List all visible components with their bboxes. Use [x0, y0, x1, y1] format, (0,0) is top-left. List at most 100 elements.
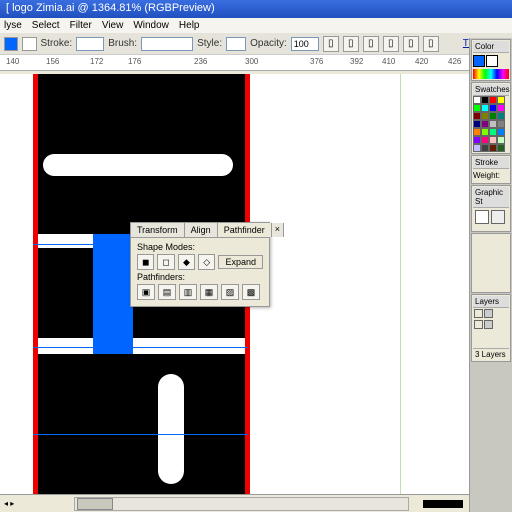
style-input[interactable]: [226, 37, 246, 51]
swatch-item[interactable]: [489, 96, 497, 104]
layer-thumb[interactable]: [484, 320, 493, 329]
menu-window[interactable]: Window: [133, 20, 169, 31]
swatches-title: Swatches: [473, 84, 509, 96]
swatch-grid[interactable]: [473, 96, 509, 152]
opacity-input[interactable]: [291, 37, 319, 51]
layer-list[interactable]: [473, 308, 509, 348]
menu-select[interactable]: Select: [32, 20, 60, 31]
distribute-icon[interactable]: ▯: [383, 36, 399, 52]
graphic-styles-panel[interactable]: Graphic St: [471, 185, 511, 232]
swatch-item[interactable]: [481, 112, 489, 120]
ruler-tick: 426: [448, 57, 461, 66]
brush-input[interactable]: [141, 37, 193, 51]
stroke-weight-label: Weight:: [473, 169, 509, 182]
pathfinders-label: Pathfinders:: [137, 272, 263, 282]
stroke-input[interactable]: [76, 37, 104, 51]
swatch-item[interactable]: [497, 128, 505, 136]
menu-filter[interactable]: Filter: [70, 20, 92, 31]
swatch-item[interactable]: [481, 104, 489, 112]
swatch-item[interactable]: [497, 112, 505, 120]
window-title-bar: [ logo Zimia.ai @ 1364.81% (RGBPreview): [0, 0, 512, 18]
fill-swatch[interactable]: [4, 37, 18, 51]
align-center-icon[interactable]: ▯: [343, 36, 359, 52]
scroll-track[interactable]: [74, 497, 409, 511]
canvas[interactable]: Transform Align Pathfinder × Shape Modes…: [10, 74, 469, 494]
swatch-item[interactable]: [481, 96, 489, 104]
swatch-item[interactable]: [473, 104, 481, 112]
swatch-item[interactable]: [473, 112, 481, 120]
unite-icon[interactable]: ◼: [137, 254, 154, 270]
trim-icon[interactable]: ▤: [158, 284, 176, 300]
swatch-item[interactable]: [481, 128, 489, 136]
swatch-item[interactable]: [489, 144, 497, 152]
fill-color[interactable]: [473, 55, 485, 67]
merge-icon[interactable]: ▥: [179, 284, 197, 300]
layers-panel[interactable]: Layers 3 Layers: [471, 294, 511, 362]
swatch-item[interactable]: [481, 144, 489, 152]
swatch-item[interactable]: [489, 128, 497, 136]
menu-view[interactable]: View: [102, 20, 124, 31]
align-left-icon[interactable]: ▯: [323, 36, 339, 52]
visibility-icon[interactable]: [474, 320, 483, 329]
tab-transform[interactable]: Transform: [131, 223, 185, 237]
ruler-tick: 176: [128, 57, 141, 66]
workspace: Transform Align Pathfinder × Shape Modes…: [0, 74, 469, 494]
swatch-item[interactable]: [497, 104, 505, 112]
swatch-item[interactable]: [497, 136, 505, 144]
stroke-label: Stroke:: [41, 38, 73, 49]
swatch-item[interactable]: [481, 136, 489, 144]
layer-thumb[interactable]: [484, 309, 493, 318]
pathfinder-panel[interactable]: Transform Align Pathfinder × Shape Modes…: [130, 222, 270, 307]
expand-button[interactable]: Expand: [218, 255, 263, 269]
swatch-item[interactable]: [497, 144, 505, 152]
intersect-icon[interactable]: ◆: [178, 254, 195, 270]
swatch-item[interactable]: [489, 104, 497, 112]
align-right-icon[interactable]: ▯: [363, 36, 379, 52]
scroll-thumb[interactable]: [77, 498, 113, 510]
color-spectrum[interactable]: [473, 69, 509, 79]
panel-dock: Color Swatches Stroke Weight: Graphic St…: [469, 38, 512, 512]
style-thumb[interactable]: [491, 210, 505, 224]
swatch-item[interactable]: [489, 112, 497, 120]
swatch-item[interactable]: [473, 96, 481, 104]
graphic-styles-title: Graphic St: [473, 187, 509, 208]
swatch-item[interactable]: [473, 144, 481, 152]
swatch-item[interactable]: [489, 120, 497, 128]
swatch-item[interactable]: [473, 128, 481, 136]
layers-title: Layers: [473, 296, 509, 308]
stroke-swatch[interactable]: [22, 37, 36, 51]
divide-icon[interactable]: ▣: [137, 284, 155, 300]
exclude-icon[interactable]: ◇: [198, 254, 215, 270]
swatches-panel[interactable]: Swatches: [471, 82, 511, 154]
stroke-panel[interactable]: Stroke Weight:: [471, 155, 511, 184]
distribute2-icon[interactable]: ▯: [403, 36, 419, 52]
swatch-item[interactable]: [473, 120, 481, 128]
swatch-item[interactable]: [473, 136, 481, 144]
scrollbar-horizontal[interactable]: ◂ ▸: [0, 494, 469, 512]
swatch-item[interactable]: [497, 96, 505, 104]
menu-help[interactable]: Help: [179, 20, 200, 31]
nav-preview: [423, 500, 463, 508]
outline-icon[interactable]: ▨: [221, 284, 239, 300]
stroke-color[interactable]: [486, 55, 498, 67]
selection-guide: [33, 434, 248, 435]
swatch-item[interactable]: [481, 120, 489, 128]
menu-analyse[interactable]: lyse: [4, 20, 22, 31]
selection-guide: [33, 347, 248, 348]
minus-back-icon[interactable]: ▩: [242, 284, 260, 300]
swatch-item[interactable]: [497, 120, 505, 128]
selection-edge-left: [33, 74, 38, 494]
visibility-icon[interactable]: [474, 309, 483, 318]
color-panel[interactable]: Color: [471, 39, 511, 81]
zoom-readout[interactable]: ◂ ▸: [0, 499, 60, 508]
close-icon[interactable]: ×: [272, 223, 284, 237]
swatch-item[interactable]: [489, 136, 497, 144]
ruler-tick: 376: [310, 57, 323, 66]
style-thumb[interactable]: [475, 210, 489, 224]
tab-pathfinder[interactable]: Pathfinder: [218, 223, 272, 237]
crop-icon[interactable]: ▦: [200, 284, 218, 300]
distribute3-icon[interactable]: ▯: [423, 36, 439, 52]
tab-align[interactable]: Align: [185, 223, 218, 237]
options-bar: Stroke: Brush: Style: Opacity: ▯ ▯ ▯ ▯ ▯…: [0, 33, 512, 55]
subtract-icon[interactable]: ◻: [157, 254, 174, 270]
